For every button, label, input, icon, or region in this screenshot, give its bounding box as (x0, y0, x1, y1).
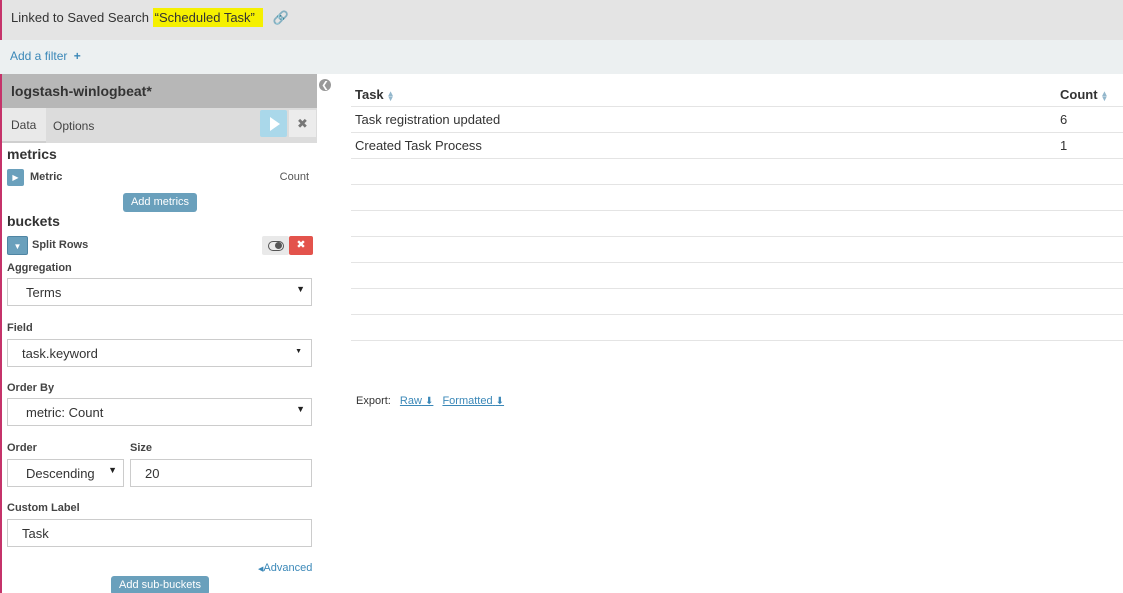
row-divider (351, 132, 1123, 133)
index-pattern-header: logstash-winlogbeat* (2, 74, 317, 108)
column-header-label: Count (1060, 87, 1098, 102)
row-divider (351, 236, 1123, 237)
add-filter-label: Add a filter (10, 49, 68, 63)
export-bar: Export: Raw ⬇ Formatted ⬇ (356, 395, 504, 407)
aggregation-value: Terms (26, 285, 62, 300)
order-select[interactable]: Descending ▼ (7, 459, 124, 487)
saved-search-name: “Scheduled Task” (152, 8, 263, 27)
metric-row: ▶ Metric Count (7, 169, 312, 189)
export-label: Export: (356, 395, 391, 407)
add-filter-link[interactable]: Add a filter + (10, 49, 81, 63)
row-divider (351, 184, 1123, 185)
order-by-value: metric: Count (26, 405, 104, 420)
column-header-task[interactable]: Task ▲ ▼ (355, 87, 395, 102)
advanced-label: Advanced (263, 562, 313, 574)
row-divider (351, 288, 1123, 289)
column-header-count[interactable]: Count ▲ ▼ (1060, 87, 1108, 102)
dropdown-arrow-icon: ▼ (108, 465, 117, 475)
custom-label-input[interactable]: Task (7, 519, 312, 547)
order-value: Descending (26, 466, 95, 481)
download-icon: ⬇ (425, 396, 434, 407)
row-divider (351, 106, 1123, 107)
linked-prefix: Linked to Saved Search (11, 10, 150, 25)
row-divider (351, 314, 1123, 315)
column-header-label: Task (355, 87, 384, 102)
custom-label-label: Custom Label (7, 502, 80, 514)
advanced-link[interactable]: ◀Advanced (258, 562, 312, 574)
aggregation-select[interactable]: Terms ▼ (7, 278, 312, 306)
size-input[interactable]: 20 (130, 459, 312, 487)
collapse-sidebar-icon[interactable]: ❮ (319, 79, 331, 91)
field-select[interactable]: task.keyword ▼ (7, 339, 312, 367)
sidebar-tabs: Data Options ✖ (2, 108, 317, 143)
field-value: task.keyword (22, 346, 98, 361)
apply-changes-button[interactable] (260, 110, 287, 137)
chevron-right-icon[interactable]: ▶ (7, 169, 24, 186)
aggregation-label: Aggregation (7, 262, 72, 274)
order-by-label: Order By (7, 382, 55, 394)
dropdown-arrow-icon: ▼ (296, 284, 305, 294)
filter-bar: Add a filter + (0, 40, 1123, 74)
remove-bucket-button[interactable]: ✖ (289, 236, 313, 255)
download-icon: ⬇ (495, 396, 505, 407)
metrics-title: metrics (7, 146, 57, 162)
table-cell-task: Task registration updated (355, 112, 501, 127)
size-value: 20 (145, 466, 160, 481)
order-label: Order (7, 442, 37, 454)
row-divider (351, 340, 1123, 341)
export-formatted-label: Formatted (442, 395, 493, 407)
dropdown-arrow-icon: ▼ (296, 404, 305, 414)
sort-icon: ▲ ▼ (1100, 88, 1109, 103)
row-divider (351, 158, 1123, 159)
toggle-icon[interactable] (262, 236, 289, 255)
custom-label-value: Task (22, 526, 49, 541)
table-cell-count: 6 (1060, 112, 1068, 127)
split-rows-label: Split Rows (32, 239, 89, 251)
metric-label: Metric (30, 171, 63, 183)
order-by-select[interactable]: metric: Count ▼ (7, 398, 312, 426)
row-divider (351, 262, 1123, 263)
export-formatted-link[interactable]: Formatted ⬇ (442, 395, 504, 407)
row-divider (351, 210, 1123, 211)
export-raw-label: Raw (399, 395, 422, 407)
field-label: Field (7, 322, 33, 334)
unlink-icon[interactable]: 🔗 (273, 10, 289, 26)
export-raw-link[interactable]: Raw ⬇ (400, 395, 433, 407)
sort-icon: ▲ ▼ (386, 88, 395, 103)
linked-search-text: Linked to Saved Search “Scheduled Task” … (11, 8, 289, 27)
dropdown-arrow-icon: ▼ (295, 348, 302, 355)
metric-value: Count (279, 171, 309, 183)
chevron-down-icon[interactable]: ▼ (7, 236, 28, 255)
index-pattern-name: logstash-winlogbeat* (11, 83, 152, 99)
size-label: Size (130, 442, 153, 454)
add-sub-buckets-button[interactable]: Add sub-buckets (111, 576, 209, 593)
table-cell-count: 1 (1060, 138, 1068, 153)
vis-editor-sidebar: logstash-winlogbeat* Data Options ✖ metr… (0, 74, 317, 593)
discard-changes-button[interactable]: ✖ (289, 110, 316, 137)
add-metrics-button[interactable]: Add metrics (123, 193, 197, 212)
buckets-title: buckets (7, 213, 60, 229)
tab-options[interactable]: Options (53, 119, 94, 133)
split-rows-row: ▼ Split Rows ✖ (7, 236, 313, 257)
saved-search-bar: Linked to Saved Search “Scheduled Task” … (0, 0, 1123, 40)
table-cell-task: Created Task Process (355, 138, 482, 153)
plus-icon: + (73, 49, 81, 63)
tab-data[interactable]: Data (2, 108, 47, 143)
